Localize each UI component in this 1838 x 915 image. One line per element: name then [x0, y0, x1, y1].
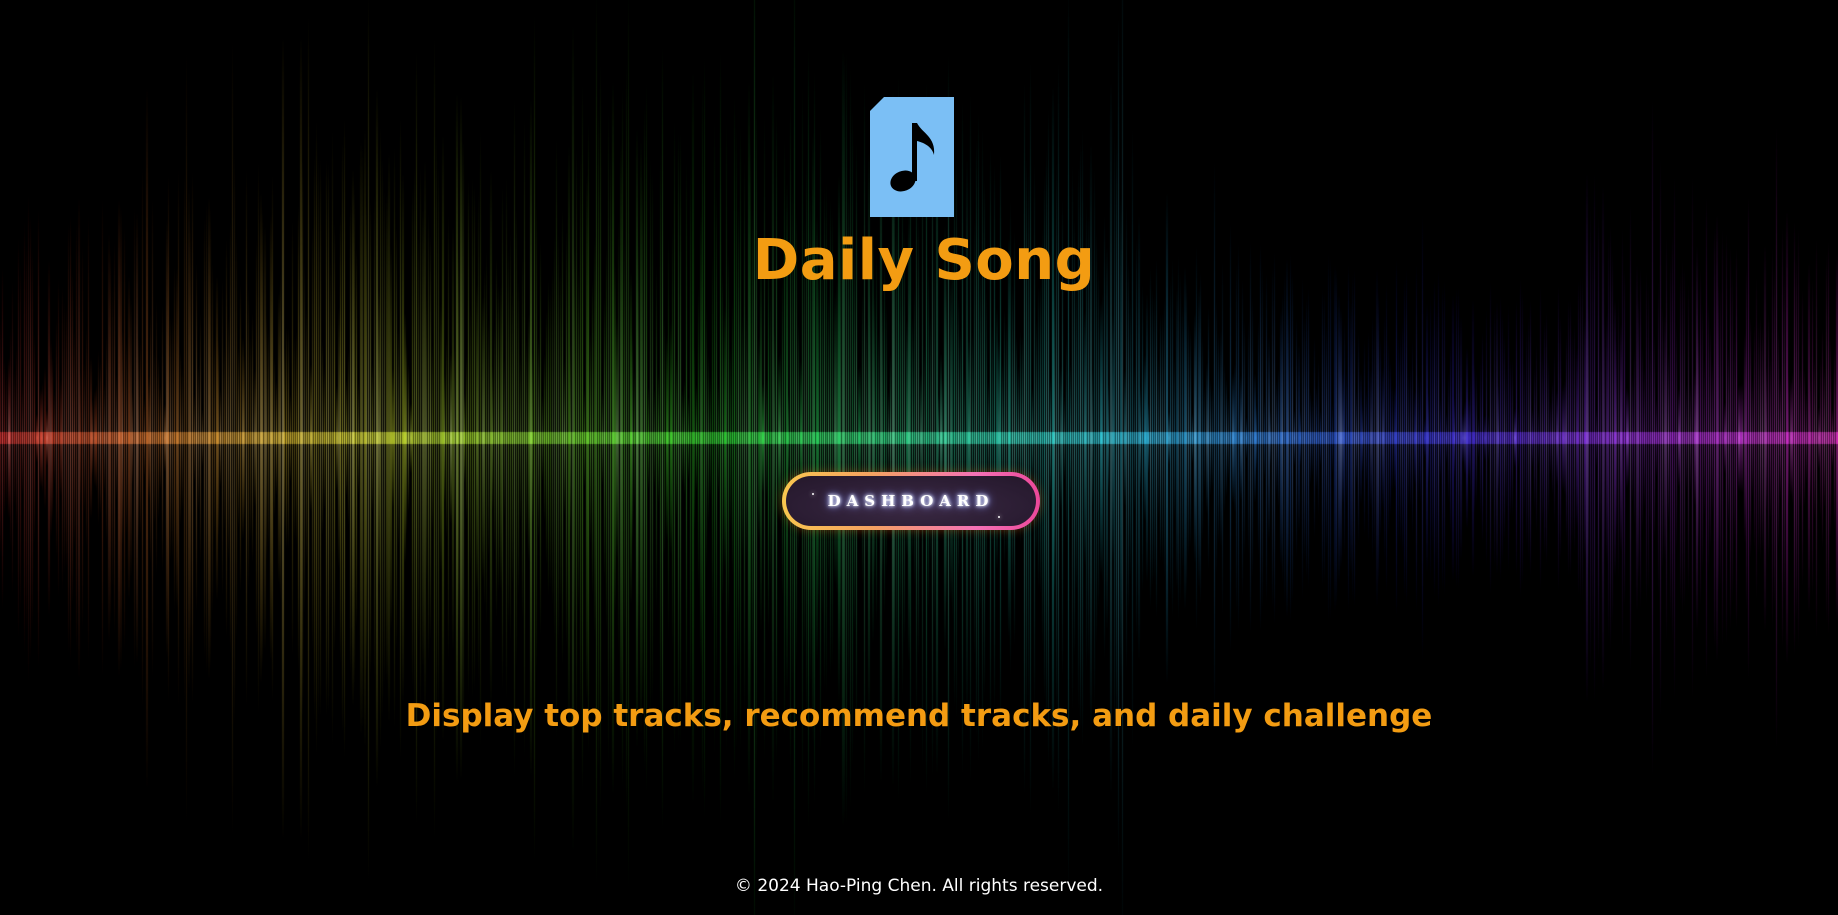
music-file-icon: [870, 97, 954, 217]
dashboard-button-body[interactable]: DASHBOARD: [786, 476, 1036, 526]
app-title: Daily Song: [752, 228, 1096, 293]
dashboard-button-label: DASHBOARD: [827, 492, 995, 510]
sparkle: [812, 493, 814, 495]
dashboard-button[interactable]: DASHBOARD: [782, 472, 1040, 530]
footer-copyright: © 2024 Hao-Ping Chen. All rights reserve…: [734, 876, 1104, 896]
tagline: Display top tracks, recommend tracks, an…: [405, 698, 1433, 734]
landing-page: Daily Song DASHBOARD Display top tracks,…: [0, 0, 1838, 915]
sparkle: [998, 516, 1000, 518]
